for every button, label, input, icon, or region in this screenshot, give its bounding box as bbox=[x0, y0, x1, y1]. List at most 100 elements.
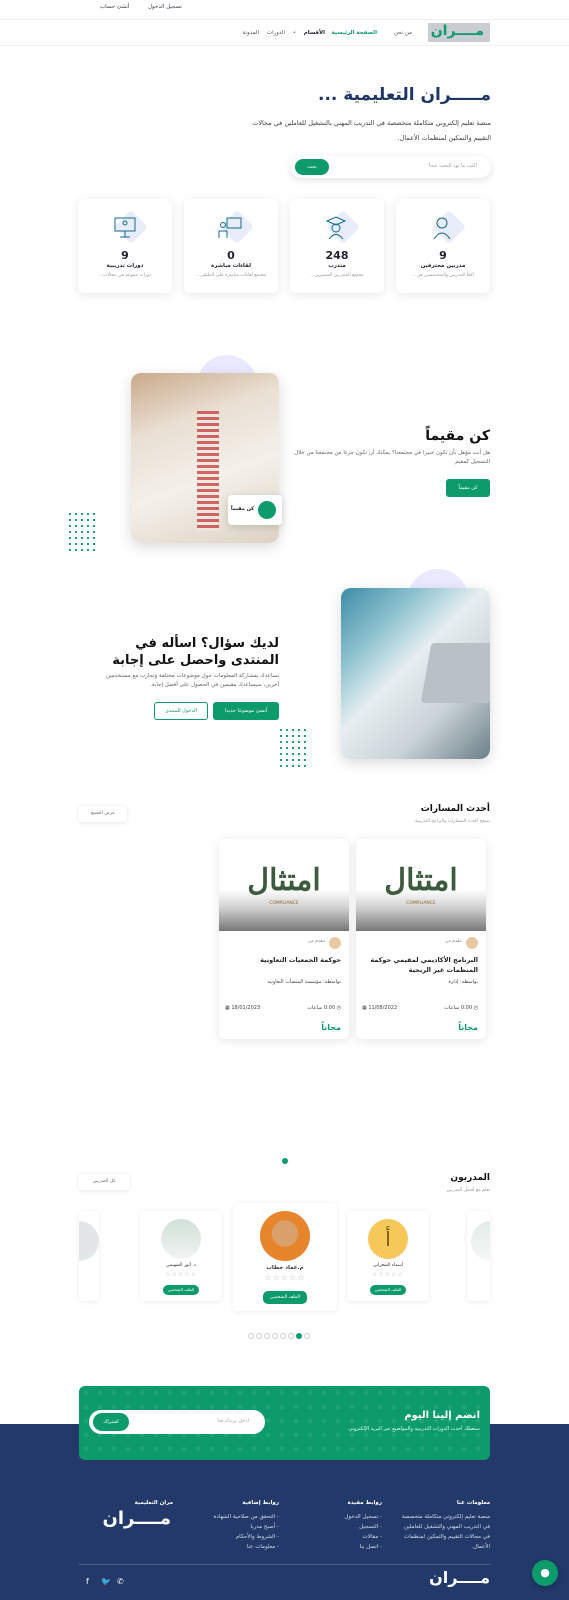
newsletter-description: ستصلك أحدث الدورات التدريبية والمواضيع ع… bbox=[348, 1426, 480, 1432]
forum-photo bbox=[341, 588, 490, 759]
facebook-icon[interactable]: f bbox=[86, 1577, 89, 1586]
trainers-subtitle: تعلم مع أفضل المدربين bbox=[446, 1188, 490, 1193]
subscribe-button[interactable]: اشتراك bbox=[93, 1413, 129, 1431]
top-bar: تسجيل الدخول أنشئ حساب bbox=[0, 0, 569, 20]
avatar bbox=[161, 1219, 201, 1259]
avatar: أ bbox=[368, 1219, 408, 1259]
footer-link[interactable]: - اتصل بنا bbox=[360, 1542, 382, 1552]
trainer-card[interactable] bbox=[467, 1211, 490, 1301]
course-date: 18/01/2023 ▦ bbox=[225, 1005, 261, 1011]
newsletter-email-input[interactable]: ادخل بريدك هنا bbox=[217, 1418, 249, 1424]
trainer-profile-button[interactable]: الملف الشخصي bbox=[163, 1285, 199, 1295]
course-card[interactable]: امتثال COMPLIANCE مقدم من حوكمة الجمعيات… bbox=[219, 839, 349, 1039]
page-dot[interactable] bbox=[280, 1333, 286, 1339]
nav-sections[interactable]: الأقسام bbox=[304, 30, 325, 36]
nav-courses[interactable]: الدورات bbox=[267, 30, 285, 36]
nav-home[interactable]: الصفحة الرئيسية bbox=[332, 30, 377, 36]
trainer-name: د. أنور السهيمي bbox=[166, 1263, 196, 1268]
newsletter-title: انضم إلينا اليوم bbox=[404, 1410, 480, 1421]
footer-bottom-logo[interactable]: مــــران bbox=[429, 1568, 490, 1587]
course-date: 11/08/2022 ▦ bbox=[362, 1005, 398, 1011]
newsletter-banner: انضم إلينا اليوم ستصلك أحدث الدورات التد… bbox=[79, 1386, 490, 1460]
course-card[interactable]: امتثال COMPLIANCE مقدم من البرنامج الأكا… bbox=[356, 839, 486, 1039]
page-dot[interactable] bbox=[248, 1333, 254, 1339]
stat-label: لقاءات مباشرة bbox=[210, 263, 252, 269]
search-button[interactable]: بحث bbox=[295, 159, 329, 175]
course-provider: بواسطة: مؤسسة المنشآت التعاونية bbox=[267, 979, 341, 985]
course-provider: بواسطة: إدارة bbox=[448, 979, 478, 985]
footer-link[interactable]: - تسجيل الدخول bbox=[344, 1512, 382, 1522]
nav-blog[interactable]: المدونة bbox=[243, 30, 259, 36]
course-price: مجاناً bbox=[458, 1023, 478, 1032]
footer-link[interactable]: - التسجيل bbox=[359, 1522, 382, 1532]
main-navbar: مــــران من نحن الصفحة الرئيسية الأقسام … bbox=[0, 20, 569, 46]
trainers-title: المدربون bbox=[450, 1173, 490, 1183]
trainer-profile-button[interactable]: الملف الشخصي bbox=[370, 1285, 406, 1295]
footer-link[interactable]: - معلومات عنا bbox=[247, 1542, 279, 1552]
laptop-shape bbox=[420, 643, 490, 703]
footer-about-text: منصة تعليم إلكتروني متكاملة متخصصة في ال… bbox=[401, 1514, 490, 1550]
become-assessor-button[interactable]: كن مقيماً bbox=[446, 479, 490, 497]
footer-logo[interactable]: مــــران bbox=[103, 1508, 171, 1529]
trainer-profile-button[interactable]: الملف الشخصي bbox=[263, 1291, 307, 1304]
trainer-card-featured[interactable]: م.عماد خطاب ☆☆☆☆☆ الملف الشخصي bbox=[233, 1203, 337, 1311]
chevron-down-icon[interactable]: ⌄ bbox=[292, 28, 297, 35]
page-dot[interactable] bbox=[256, 1333, 262, 1339]
enter-forum-button[interactable]: الدخول للمنتدى bbox=[154, 702, 208, 720]
hero-description: منصة تعليم إلكتروني متكاملة متخصصة في ال… bbox=[252, 119, 491, 142]
search-input[interactable]: أكتب ما تود البحث عنه! bbox=[428, 163, 477, 169]
site-logo[interactable]: مــــران bbox=[428, 23, 490, 42]
stat-number: 9 bbox=[439, 249, 447, 262]
whatsapp-icon[interactable]: ✆ bbox=[117, 1577, 124, 1586]
page-dot[interactable] bbox=[264, 1333, 270, 1339]
page-dot[interactable] bbox=[304, 1333, 310, 1339]
nav-about[interactable]: من نحن bbox=[394, 30, 412, 36]
course-brand-sub: COMPLIANCE bbox=[406, 901, 436, 906]
monitor-icon bbox=[111, 210, 148, 244]
course-brand-sub: COMPLIANCE bbox=[269, 901, 299, 906]
courses-subtitle: تصفح أحدث المسارات والبرامج التدريبية bbox=[414, 819, 490, 824]
footer-divider bbox=[79, 1564, 490, 1565]
course-price: مجاناً bbox=[321, 1023, 341, 1032]
footer-useful-links-title: روابط مفيدة bbox=[347, 1500, 382, 1506]
stat-sub: أكفأ المدربين والمتخصصين في... bbox=[412, 273, 474, 278]
avatar bbox=[260, 1211, 310, 1261]
course-title[interactable]: البرنامج الأكاديمي لمقيمي حوكمة المنظمات… bbox=[364, 955, 478, 975]
new-topic-button[interactable]: أنشئ موضوعا جديدا bbox=[213, 702, 279, 720]
assessor-description: هل أنت مؤهل بأن تكون خبيرا في مجتمعنا؟ ي… bbox=[294, 450, 490, 465]
footer-link[interactable]: - التحقق من صلاحية الشهادة bbox=[213, 1512, 279, 1522]
trainer-card[interactable] bbox=[79, 1211, 99, 1301]
footer-link[interactable]: - مقالات bbox=[363, 1532, 382, 1542]
stat-card-students: 248 متدرب مجتمع المتدربين المتميزين... bbox=[290, 199, 384, 293]
trainer-card[interactable]: أ أسماء الشعراني ☆☆☆☆☆ الملف الشخصي bbox=[347, 1211, 429, 1301]
page-dot-active[interactable] bbox=[296, 1333, 302, 1339]
ghutra-pattern bbox=[197, 411, 219, 531]
trainers-view-all-button[interactable]: كل المدربين bbox=[79, 1174, 129, 1190]
graduate-icon bbox=[323, 210, 360, 244]
courses-title: أحدث المسارات bbox=[420, 804, 490, 814]
twitter-icon[interactable]: 🐦 bbox=[101, 1577, 111, 1586]
stat-card-trainers: 9 مدربين محترفين أكفأ المدربين والمتخصصي… bbox=[396, 199, 490, 293]
stat-number: 248 bbox=[325, 249, 349, 262]
footer-link[interactable]: - الشروط والأحكام bbox=[236, 1532, 279, 1542]
course-author: مقدم من bbox=[307, 939, 325, 944]
courses-view-all-button[interactable]: عرض الجميع bbox=[79, 806, 127, 822]
signup-link[interactable]: أنشئ حساب bbox=[100, 4, 129, 10]
trainer-card[interactable]: د. أنور السهيمي ☆☆☆☆☆ الملف الشخصي bbox=[140, 1211, 222, 1301]
page-dot[interactable] bbox=[288, 1333, 294, 1339]
chat-icon[interactable]: ● bbox=[532, 1560, 558, 1586]
trainer-name: م.عماد خطاب bbox=[266, 1265, 304, 1271]
page-dot[interactable] bbox=[272, 1333, 278, 1339]
login-link[interactable]: تسجيل الدخول bbox=[148, 4, 182, 10]
assessor-badge: كن مقيماً bbox=[228, 495, 282, 525]
footer-extra-links-title: روابط إضافية bbox=[242, 1500, 279, 1506]
carousel-dot-active[interactable] bbox=[282, 1158, 288, 1164]
clock-icon: ◷ bbox=[472, 1005, 478, 1011]
clock-icon: ◷ bbox=[335, 1005, 341, 1011]
footer-link[interactable]: - أصبح مدربا bbox=[250, 1522, 279, 1532]
stat-sub: دورات متنوعة في مجالات... bbox=[98, 273, 152, 278]
hero-title: مـــــران التعليمية ... bbox=[318, 85, 491, 105]
hero-search: أكتب ما تود البحث عنه! بحث bbox=[291, 156, 491, 178]
presentation-icon bbox=[217, 210, 254, 244]
course-title[interactable]: حوكمة الجمعيات التعاونية bbox=[227, 955, 341, 965]
